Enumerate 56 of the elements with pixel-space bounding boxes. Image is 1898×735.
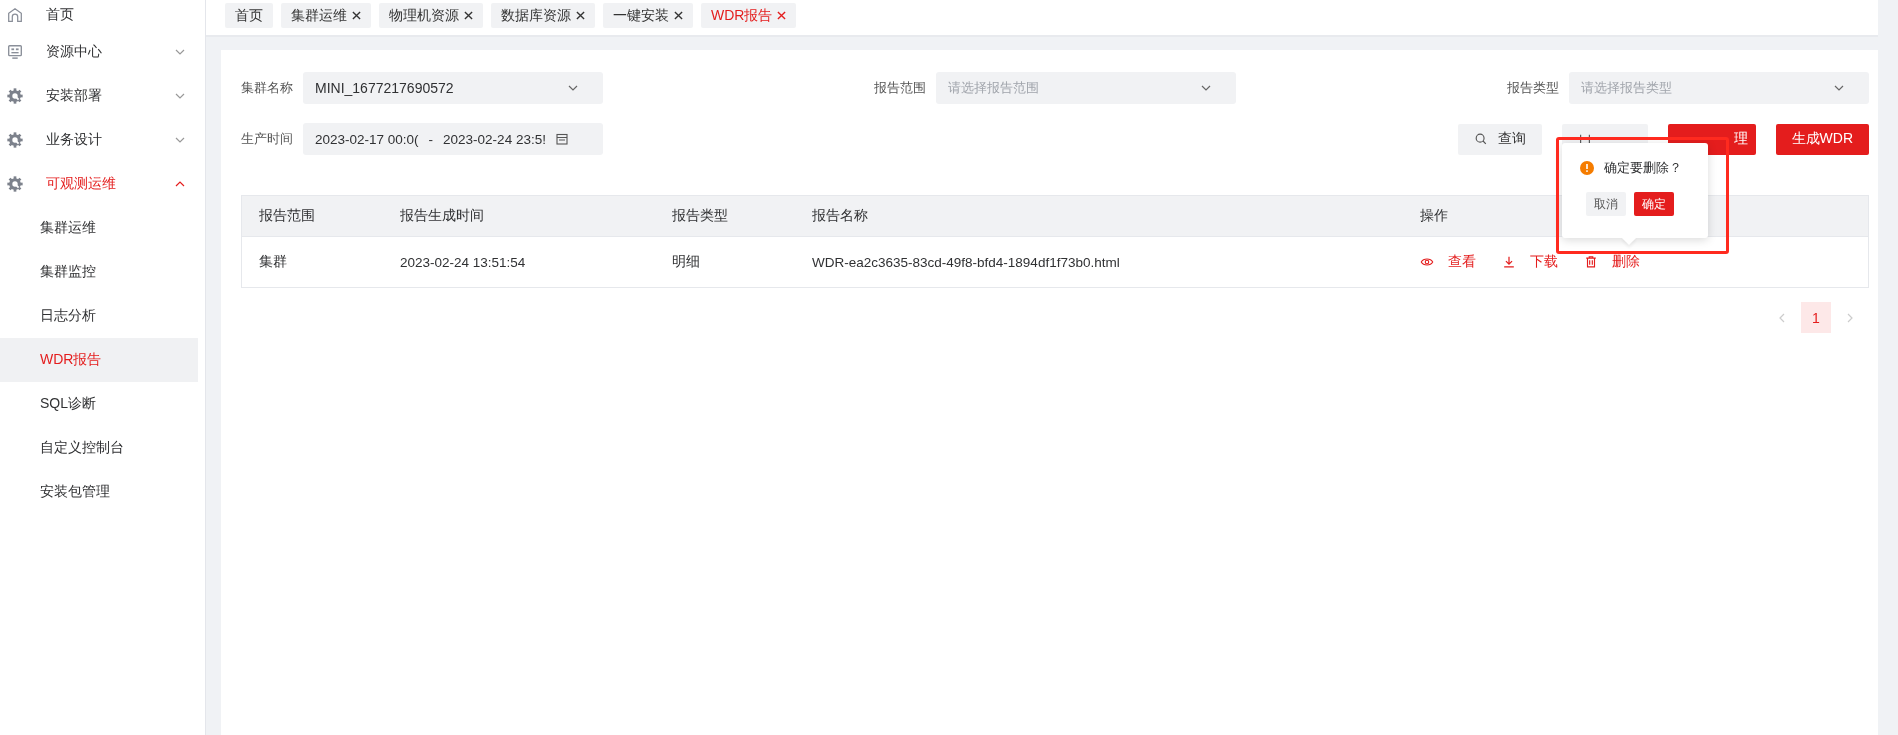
page-tab[interactable]: 数据库资源: [491, 3, 595, 28]
table-cell: 明细: [655, 236, 795, 288]
field-label: 报告类型: [1507, 79, 1559, 97]
sidebar-subitem[interactable]: WDR报告: [0, 338, 198, 382]
close-icon[interactable]: [352, 11, 361, 20]
sidebar-subitem[interactable]: 集群监控: [0, 250, 198, 294]
page-tab[interactable]: WDR报告: [701, 3, 797, 28]
sidebar-subitem[interactable]: 集群运维: [0, 206, 198, 250]
search-icon: [1473, 132, 1488, 146]
sidebar-subitem[interactable]: 安装包管理: [0, 470, 198, 514]
gear-icon: [6, 175, 24, 193]
action-link[interactable]: 下载: [1502, 253, 1558, 271]
column-header: 报告名称: [795, 195, 1403, 237]
sidebar-item[interactable]: 安装部署: [0, 74, 198, 118]
date-range-field[interactable]: 2023-02-17 00:0( - 2023-02-24 23:5!: [303, 123, 603, 155]
monitor-icon: [6, 43, 24, 61]
page-number[interactable]: 1: [1801, 302, 1831, 333]
cancel-button[interactable]: 取消: [1586, 192, 1626, 216]
table-cell: 2023-02-24 13:51:54: [383, 236, 655, 288]
search-button[interactable]: 查询: [1457, 123, 1542, 155]
eye-icon: [1420, 255, 1434, 269]
sidebar-item[interactable]: 资源中心: [0, 30, 198, 74]
column-header: 报告类型: [655, 195, 795, 237]
column-header: 报告范围: [241, 195, 383, 237]
select-field[interactable]: MINI_1677217690572: [303, 72, 603, 104]
page-tab[interactable]: 首页: [225, 3, 273, 28]
close-icon[interactable]: [464, 11, 473, 20]
download-icon: [1502, 255, 1516, 269]
page-tab[interactable]: 集群运维: [281, 3, 371, 28]
sidebar-subitem[interactable]: 自定义控制台: [0, 426, 198, 470]
column-header: 报告生成时间: [383, 195, 655, 237]
sidebar-subitem[interactable]: SQL诊断: [0, 382, 198, 426]
table-cell: WDR-ea2c3635-83cd-49f8-bfd4-1894df1f73b0.html: [795, 236, 1403, 288]
field-label: 生产时间: [241, 130, 293, 148]
table-cell: 集群: [241, 236, 383, 288]
sidebar-item[interactable]: 首页: [0, 0, 198, 30]
gear-icon: [6, 87, 24, 105]
field-label: 集群名称: [241, 79, 293, 97]
trash-icon: [1584, 255, 1598, 269]
sidebar-item[interactable]: 业务设计: [0, 118, 198, 162]
home-icon: [6, 6, 24, 24]
sidebar-item[interactable]: 可观测运维: [0, 162, 198, 206]
confirm-message: 确定要删除？: [1604, 159, 1682, 177]
confirm-button[interactable]: 确定: [1634, 192, 1674, 216]
primary-button[interactable]: 生成WDR: [1775, 123, 1869, 155]
close-icon[interactable]: [674, 11, 683, 20]
warning-icon: [1580, 161, 1594, 175]
calendar-icon: [555, 133, 568, 145]
page-tab[interactable]: 一键安装: [603, 3, 693, 28]
field-label: 报告范围: [874, 79, 926, 97]
sidebar-subitem[interactable]: 日志分析: [0, 294, 198, 338]
page-tab[interactable]: 物理机资源: [379, 3, 483, 28]
gear-icon: [6, 131, 24, 149]
close-icon[interactable]: [576, 11, 585, 20]
action-link[interactable]: 删除: [1584, 253, 1640, 271]
action-link[interactable]: 查看: [1420, 253, 1476, 271]
